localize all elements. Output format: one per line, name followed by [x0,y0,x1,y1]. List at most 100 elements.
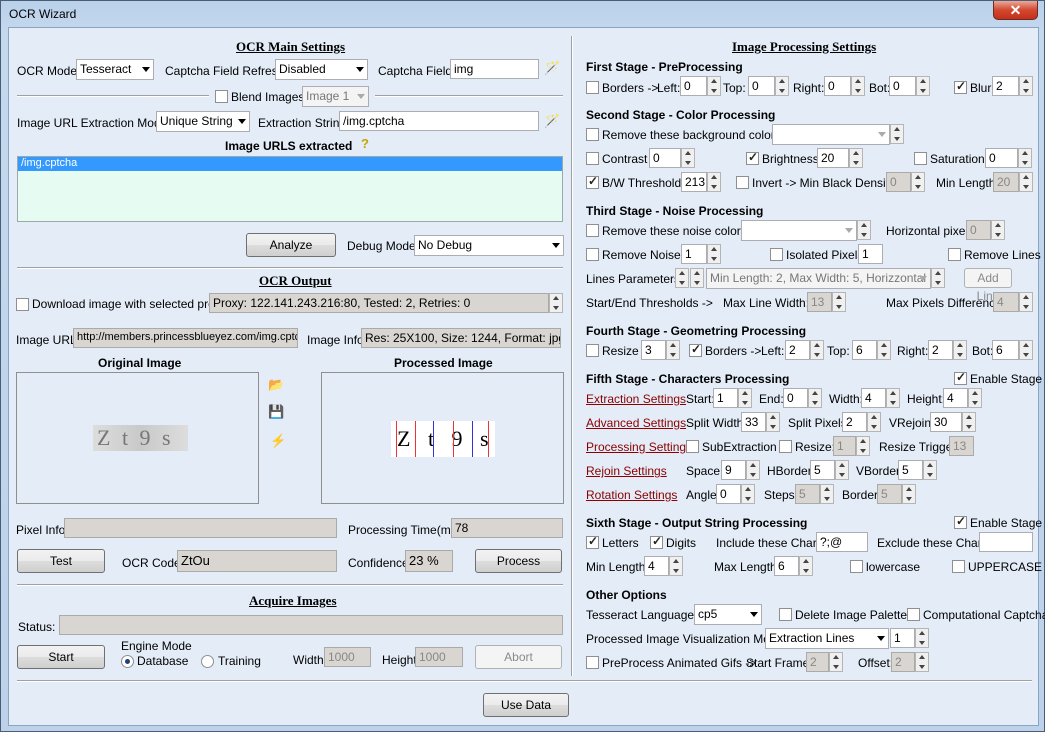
end-spinner[interactable] [808,388,822,408]
enable-stage5-checkbox[interactable] [954,370,967,385]
width5-input[interactable]: 4 [861,388,886,408]
tesseract-language-dropdown[interactable]: cp5 [694,604,762,625]
lines-params-dropdown[interactable]: Min Length: 2, Max Width: 5, Horizzontal [706,268,931,289]
resize-checkbox[interactable] [586,344,599,357]
height5-spinner[interactable] [968,388,982,408]
min-length-input[interactable]: 20 [993,172,1019,192]
invert-checkbox[interactable] [736,176,749,189]
blur-spinner[interactable] [1019,76,1033,96]
left2-input[interactable]: 2 [785,340,810,360]
use-data-button[interactable]: Use Data [483,693,569,717]
bot2-input[interactable]: 6 [992,340,1019,360]
split-pixels-input[interactable]: 2 [842,412,867,432]
extraction-mode-dropdown[interactable]: Unique String [156,111,250,132]
processing-settings-link[interactable]: Processing Settings [586,440,692,454]
training-radio[interactable] [201,655,214,668]
vis-num-spinner[interactable] [915,628,929,648]
resize-trigger-input[interactable]: 13 [949,436,974,456]
wand-icon[interactable]: 🪄 [544,61,560,75]
contrast-checkbox[interactable] [586,152,599,165]
hborder-input[interactable]: 5 [810,460,835,480]
remove-noise-checkbox[interactable] [586,248,599,261]
blur-input[interactable]: 2 [992,76,1019,96]
width5-spinner[interactable] [886,388,900,408]
top2-spinner[interactable] [877,340,891,360]
resize5-input[interactable]: 1 [833,436,856,456]
steps-input[interactable]: 5 [795,484,820,504]
min-length6-input[interactable]: 4 [644,556,669,576]
bw-threshold-spinner[interactable] [707,172,721,192]
remove-bg-checkbox[interactable] [586,128,599,141]
image-urls-list[interactable]: /img.cptcha [17,156,563,222]
right-spinner[interactable] [851,76,865,96]
right2-input[interactable]: 2 [928,340,953,360]
include-chars-input[interactable]: ?;@ [816,532,868,552]
start-input[interactable]: 1 [713,388,738,408]
bw-threshold-input[interactable]: 213 [681,172,707,192]
invert-spinner[interactable] [911,172,925,192]
blur-checkbox[interactable] [954,79,967,94]
noise-colors-dropdown[interactable] [741,220,857,241]
min-length6-spinner[interactable] [669,556,683,576]
save-icon[interactable]: 💾 [268,405,284,419]
vis-mode-dropdown[interactable]: Extraction Lines [765,628,889,649]
brightness-input[interactable]: 20 [817,148,849,168]
blend-images-dropdown[interactable]: Image 1 [302,86,369,107]
advanced-settings-link[interactable]: Advanced Settings [586,416,686,430]
start-frame-spinner[interactable] [829,652,843,672]
resize-input[interactable]: 3 [641,340,666,360]
noise-colors-spinner[interactable] [857,220,871,240]
remove-bg-dropdown[interactable] [772,124,890,145]
space-input[interactable]: 9 [721,460,746,480]
enable-stage6-checkbox[interactable] [954,514,967,529]
split-pixels-spinner[interactable] [867,412,881,432]
vrejoin-spinner[interactable] [962,412,976,432]
add-line-button[interactable]: Add Line [964,268,1012,303]
max-length-spinner[interactable] [799,556,813,576]
lowercase-checkbox[interactable] [850,560,863,573]
blend-images-checkbox[interactable] [215,90,228,103]
isolated-pixels-checkbox[interactable] [770,248,783,261]
preprocess-gif-checkbox[interactable] [586,656,599,669]
saturation-input[interactable]: 0 [985,148,1018,168]
right2-spinner[interactable] [953,340,967,360]
horizontal-pixels-input[interactable]: 0 [966,220,991,240]
invert-input[interactable]: 0 [886,172,911,192]
top-spinner[interactable] [775,76,789,96]
split-width-spinner[interactable] [766,412,780,432]
min-length-spinner[interactable] [1019,172,1033,192]
remove-noise-colors-checkbox[interactable] [586,224,599,237]
resize-spinner[interactable] [666,340,680,360]
uppercase-checkbox[interactable] [952,560,965,573]
split-width-input[interactable]: 33 [741,412,766,432]
lines-params-spinner-3[interactable] [931,268,945,288]
border-input[interactable]: 5 [877,484,902,504]
steps-spinner[interactable] [820,484,834,504]
delete-palette-checkbox[interactable] [779,608,792,621]
lines-params-spinner[interactable] [675,268,689,288]
start-button[interactable]: Start [17,645,105,669]
offset-spinner[interactable] [915,652,929,672]
exclude-chars-input[interactable] [979,532,1033,552]
help-icon[interactable]: ? [361,137,369,151]
height-input[interactable]: 1000 [415,647,463,667]
offset-input[interactable]: 2 [891,652,915,672]
contrast-input[interactable]: 0 [649,148,681,168]
proxy-spinner[interactable] [549,293,563,313]
analyze-button[interactable]: Analyze [246,233,336,257]
angle-spinner[interactable] [741,484,755,504]
open-folder-icon[interactable]: 📂 [268,378,284,392]
contrast-spinner[interactable] [681,148,695,168]
letters-checkbox[interactable] [586,534,599,549]
borders-checkbox[interactable] [586,81,599,94]
ocr-mode-dropdown[interactable]: Tesseract [76,59,154,80]
right-input[interactable]: 0 [824,76,851,96]
debug-mode-dropdown[interactable]: No Debug [414,235,564,256]
bot-input[interactable]: 0 [889,76,916,96]
max-pixels-diff-spinner[interactable] [1019,292,1033,312]
saturation-checkbox[interactable] [914,152,927,165]
left-spinner[interactable] [707,76,721,96]
computational-captcha-checkbox[interactable] [907,608,920,621]
lines-params-spinner-2[interactable] [690,268,704,288]
top-input[interactable]: 0 [748,76,775,96]
